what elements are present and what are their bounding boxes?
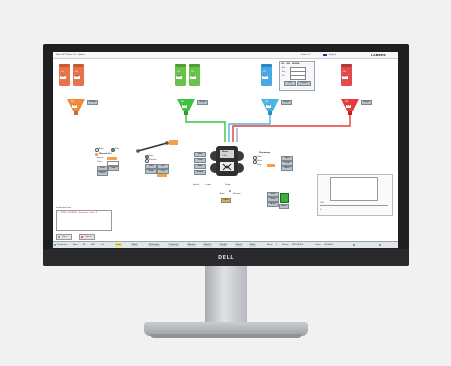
start-action-button[interactable]: Start [56,234,72,240]
stop-button[interactable]: Stop [145,169,157,174]
stop-button[interactable]: Stop [108,166,119,171]
control-reset-button[interactable]: Reset [267,202,279,208]
radio-auto-label: Auto [99,148,104,150]
play-icon [58,235,61,239]
control-auto-button[interactable]: Auto [279,204,289,209]
status-item: 0.0 [101,244,105,246]
nav-cleaning[interactable]: Cleaning [168,243,179,247]
radio-label: Manual [149,159,157,161]
field-label: Speed [97,157,104,159]
mixer-temp-label: Temp [225,184,231,186]
radio-label: Auto [149,155,154,157]
chart-plot-area [330,177,378,201]
orange-indicator [157,174,167,177]
log-box[interactable]: 1 - MIXER - RUNNING - Production - Batch… [56,210,112,231]
monitor-brand: DELL [218,255,234,261]
footer-value: 1 [276,244,278,246]
discharge-row: Gate [257,156,262,158]
screen: Mixer HCT Plant 1.0 - Labeler Zoom 1:1 E… [53,52,398,248]
status-led-icon [54,244,57,247]
chart-tick-label: 0 [320,209,322,211]
production-log: Production Info 1 - MIXER - RUNNING - Pr… [56,207,112,231]
footer-label: Order [315,244,321,246]
footer-label: Batch [267,244,273,246]
mixer-rpm: 0 rpm [205,184,211,186]
status-item: Auto [73,244,78,246]
mixer-label: Mixer [222,151,229,153]
mixer-start-button[interactable]: Start [194,152,206,158]
monitor-stand-base-shadow [150,334,302,338]
trend-chart: 100 0 [317,174,393,216]
mixer-speed-label: Speed [193,184,200,186]
manual-panel: Auto Man Manual Sel Speed Time Start Sto… [93,148,123,182]
field-label: Time [97,161,102,163]
status-led-icon [95,153,98,156]
mixer-open-button[interactable]: Open [221,198,231,203]
stop-icon [81,235,84,239]
status-item: B1 [83,244,86,246]
nav-scale[interactable]: Scale [115,243,123,247]
nav-config[interactable]: Config [219,243,228,247]
nav-users[interactable]: Users [235,243,243,247]
nav-help[interactable]: Help [249,243,256,247]
footer-label: Recipe [282,244,289,246]
discharge-title: Discharge [259,152,271,154]
start-action-label: Start [62,235,67,238]
flap-field[interactable] [267,164,275,167]
footer-value: 0000456 [324,244,333,246]
radio-man-label: Man [115,148,120,150]
reset-button[interactable]: Reset [97,171,108,176]
discharge-auto-button[interactable]: Auto [281,166,293,171]
mixer-hold-button[interactable]: Hold [194,164,206,170]
speed-field[interactable] [107,157,117,160]
discharge-panel: Discharge Gate Valve Flap Open Close Aut… [251,152,297,178]
mixer-empty-button[interactable]: Empty [194,170,206,176]
mixer-icon [210,146,244,176]
conveyor-belt-icon [136,140,178,153]
discharge-row: Flap [257,164,262,166]
mixer-unit[interactable]: Mixer 0.00 [209,142,245,180]
nav-report[interactable]: Report [203,243,212,247]
chart-tick-label: 100 [320,202,324,204]
nav-mixer[interactable]: Mixer [131,243,139,247]
status-bar: Production Auto B1 660 0.0 Scale Mixer D… [53,241,398,248]
mixer-status-auto: Auto [220,193,225,195]
green-status-icon [280,193,289,203]
time-field[interactable] [107,161,119,166]
nav-discharge[interactable]: Discharge [148,243,161,247]
status-item: Production [57,244,68,246]
status-item: 660 [91,244,95,246]
log-line: 1 - MIXER - RUNNING - Production - Batch… [58,212,97,214]
conveyor-panel: Auto Manual Fwd Rev Stop Jog [135,140,181,188]
footer-value: MIXTURE A [292,244,303,246]
monitor-stand-neck [205,266,247,326]
manual-panel-title: Manual Sel [99,153,112,155]
mixer-status-manual: Manual [233,193,241,195]
discharge-row: Valve [257,160,263,162]
status-led-icon [353,244,356,247]
cancel-action-button[interactable]: Cancel [79,234,95,240]
mixer-value: 0.00 [222,155,227,157]
cancel-action-label: Cancel [85,235,92,238]
status-led-icon [379,244,382,247]
nav-alarms[interactable]: Alarms [187,243,196,247]
mixer-stop-button[interactable]: Stop [194,158,206,164]
